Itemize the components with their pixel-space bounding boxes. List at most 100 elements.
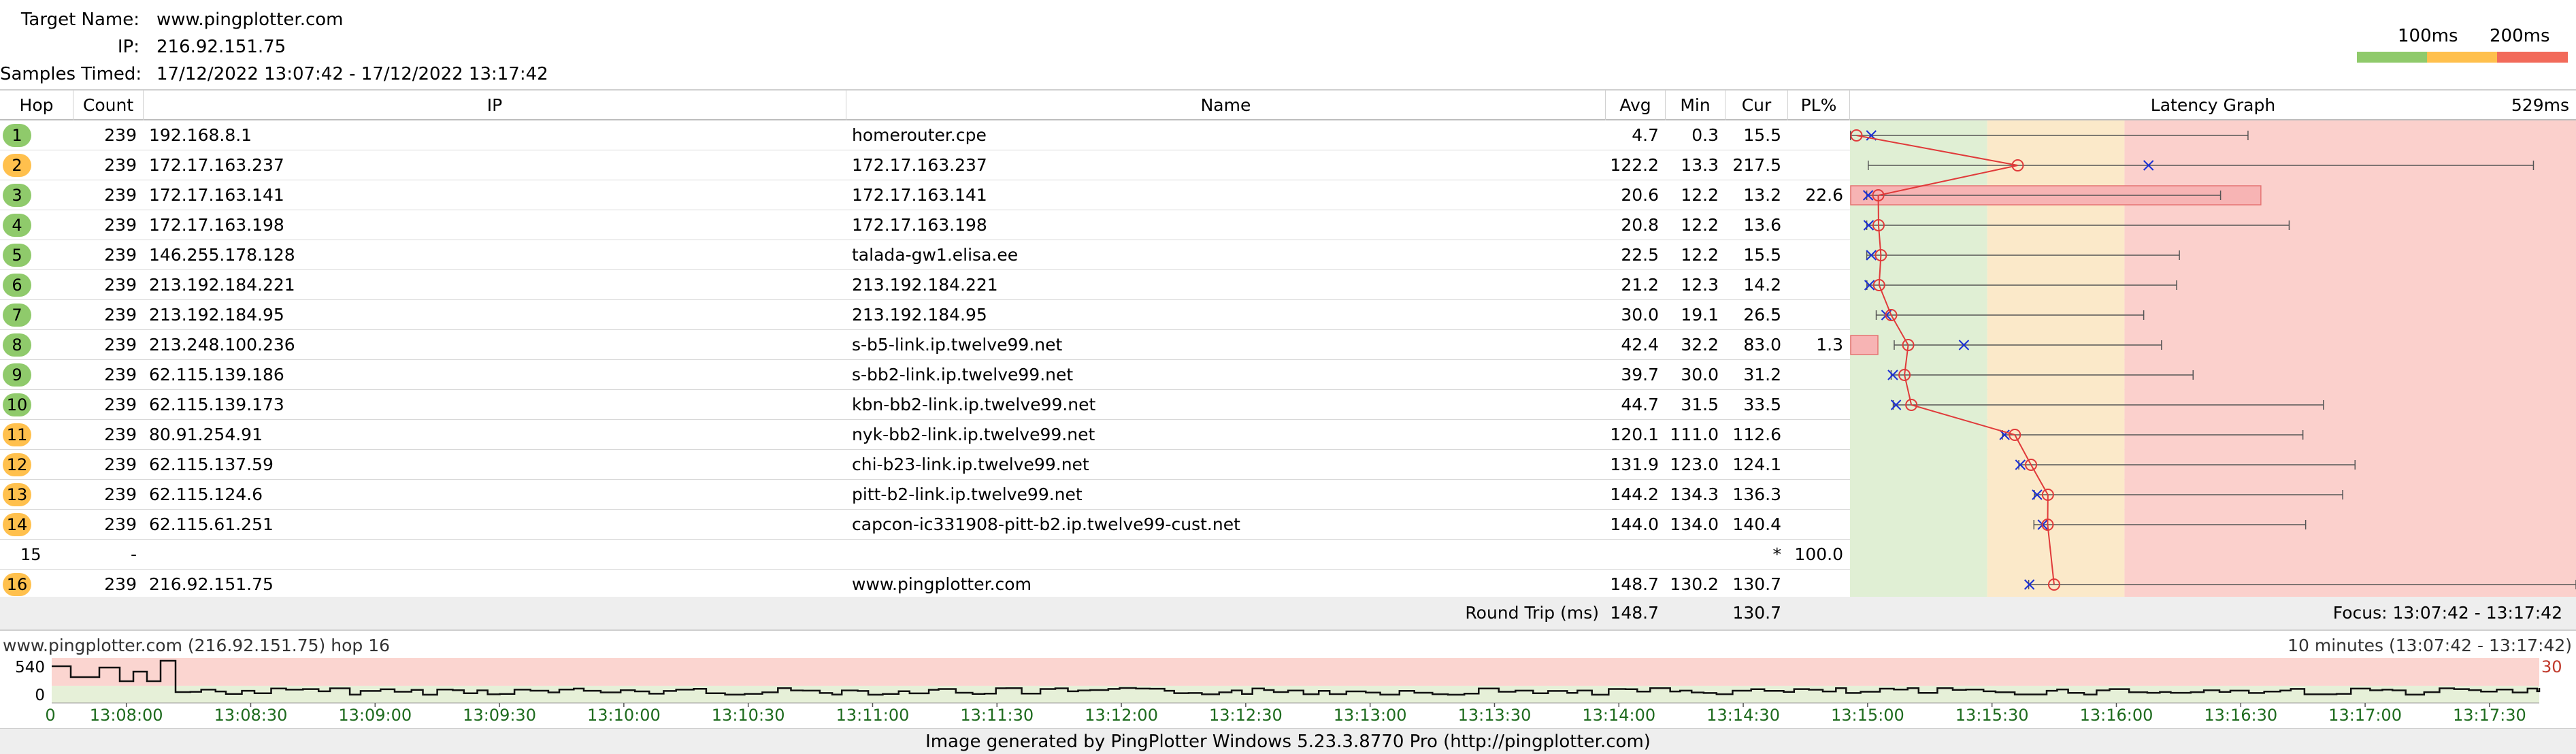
col-name[interactable]: Name [846,91,1606,120]
hop-number-cell: 8 [0,330,73,360]
timeline-right-label: 30 [2541,657,2562,676]
hop-avg: 20.6 [1621,185,1659,205]
legend-100ms: 100ms [2398,26,2458,46]
hop-count: 239 [104,215,137,235]
hop-number-cell: 16 [0,570,73,600]
hop-pl: 100.0 [1794,544,1843,564]
hop-cur: * [1772,544,1782,564]
hop-avg: 144.2 [1610,485,1659,504]
hop-count: 239 [104,185,137,205]
timeline-tick-label: 13:13:30 [1458,706,1532,725]
hop-count: 239 [104,335,137,355]
hop-badge: 8 [3,333,31,357]
hop-badge: 14 [3,513,31,536]
hop-name: www.pingplotter.com [852,574,1031,594]
timeline-tick-label: 13:08:00 [90,706,163,725]
hop-ip: 213.192.184.221 [149,275,295,295]
timeline-tick-label: 13:08:30 [214,706,288,725]
timeline-title: www.pingplotter.com (216.92.151.75) hop … [3,636,390,655]
footer-credit: Image generated by PingPlotter Windows 5… [0,728,2576,754]
latency-graph [1850,120,2576,597]
timeline-tick-label: 13:09:00 [338,706,412,725]
hop-cur: 31.2 [1743,365,1781,384]
hop-min [1666,540,1725,570]
hop-badge: 5 [3,244,31,267]
hop-pl [1788,120,1850,150]
hop-ip: 146.255.178.128 [149,245,295,265]
timeline-tick-label: 13:17:30 [2453,706,2526,725]
hop-name: homerouter.cpe [852,125,987,145]
hop-number-cell: 7 [0,300,73,330]
hop-avg: 21.2 [1621,275,1659,295]
col-latency-graph[interactable]: Latency Graph 529ms [1850,91,2576,120]
hop-cur: 33.5 [1743,395,1781,414]
hop-cur: 130.7 [1732,574,1781,594]
col-hop[interactable]: Hop [0,91,73,120]
hop-min: 13.3 [1681,155,1719,175]
col-ip[interactable]: IP [144,91,846,120]
timeline-tick-label: 13:12:00 [1085,706,1158,725]
timeline-graph[interactable]: www.pingplotter.com (216.92.151.75) hop … [0,631,2576,730]
hop-cur: 14.2 [1743,275,1781,295]
packet-loss-bar [1850,335,1879,355]
col-avg[interactable]: Avg [1606,91,1666,120]
hop-min: 12.3 [1681,275,1719,295]
hop-ip: 213.248.100.236 [149,335,295,355]
latency-graph-max: 529ms [2511,95,2569,115]
hop-count: 239 [104,395,137,414]
timeline-tick-label: 13:12:30 [1209,706,1283,725]
hop-pl [1788,450,1850,480]
hop-cur: 136.3 [1732,485,1781,504]
hop-pl [1788,150,1850,180]
hop-name: capcon-ic331908-pitt-b2.ip.twelve99-cust… [852,514,1240,534]
hop-number-cell: 3 [0,180,73,210]
col-cur[interactable]: Cur [1725,91,1788,120]
hop-ip: 62.115.139.173 [149,395,284,414]
timeline-panel: www.pingplotter.com (216.92.151.75) hop … [0,629,2576,732]
hop-avg [1606,540,1666,570]
timeline-ymin: 0 [35,687,45,704]
timeline-bad-zone [52,658,2539,686]
hop-ip: 62.115.137.59 [149,455,274,474]
hop-pl [1788,420,1850,450]
hop-ip: 213.192.184.95 [149,305,284,325]
legend-bad-swatch [2497,52,2568,63]
col-pl[interactable]: PL% [1788,91,1850,120]
timeline-tick-label: 13:11:30 [960,706,1034,725]
hop-pl: 1.3 [1816,335,1843,355]
hop-min: 31.5 [1681,395,1719,414]
table-header: Hop Count IP Name Avg Min Cur PL% Latenc… [0,91,2576,120]
hop-number-cell: 13 [0,480,73,510]
hop-number-cell: 2 [0,150,73,180]
hop-badge: 11 [3,423,31,446]
legend-200ms: 200ms [2490,26,2550,46]
hop-ip: 172.17.163.198 [149,215,284,235]
hop-min: 134.3 [1670,485,1719,504]
hop-name: 172.17.163.198 [852,215,987,235]
col-count[interactable]: Count [73,91,144,120]
hop-avg: 20.8 [1621,215,1659,235]
hop-ip: 172.17.163.141 [149,185,284,205]
hop-min: 134.0 [1670,514,1719,534]
hop-badge: 9 [3,363,31,387]
hop-avg: 22.5 [1621,245,1659,265]
hop-ip [144,540,846,570]
hop-count: 239 [104,485,137,504]
timeline-tick-label: 13:14:00 [1582,706,1655,725]
col-min[interactable]: Min [1666,91,1725,120]
hop-pl [1788,300,1850,330]
hop-count: 239 [104,455,137,474]
round-trip-avg: 148.7 [1610,603,1659,623]
hop-cur: 83.0 [1743,335,1781,355]
round-trip-row: Round Trip (ms) 148.7 130.7 Focus: 13:07… [0,597,2576,629]
hop-count: 239 [104,155,137,175]
hop-name: 213.192.184.95 [852,305,987,325]
hop-name: 172.17.163.141 [852,185,987,205]
hop-avg: 148.7 [1610,574,1659,594]
hop-badge: 16 [3,573,31,596]
hop-badge: 7 [3,304,31,327]
timeline-tick-label: 13:11:00 [836,706,910,725]
timeline-tick-label: 13:10:00 [587,706,661,725]
timeline-tick-label: 13:16:00 [2080,706,2153,725]
hop-count: 239 [104,305,137,325]
